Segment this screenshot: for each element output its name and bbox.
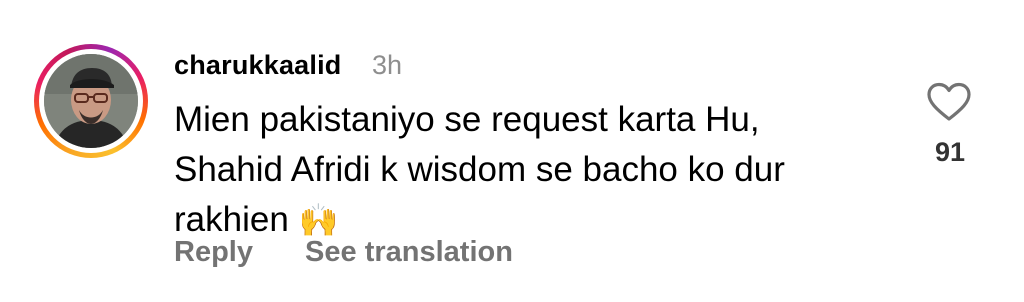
comment-text-line: Shahid Afridi k wisdom se bacho ko dur	[174, 150, 785, 189]
comment-timestamp: 3h	[372, 50, 403, 80]
comment-actions: Reply See translation	[174, 236, 513, 269]
raising-hands-emoji-icon: 🙌	[298, 201, 339, 239]
avatar	[44, 54, 138, 148]
heart-outline-icon	[927, 82, 971, 121]
comment-text-line-words: rakhien	[174, 200, 289, 239]
comment-text-line: Mien pakistaniyo se request karta Hu,	[174, 100, 760, 139]
story-ring-avatar[interactable]	[34, 44, 148, 158]
comment-text: Mien pakistaniyo se request karta Hu, Sh…	[174, 95, 894, 245]
see-translation-button[interactable]: See translation	[305, 236, 513, 268]
reply-button[interactable]: Reply	[174, 236, 253, 268]
like-count: 91	[934, 137, 966, 167]
like-button[interactable]	[926, 82, 972, 122]
comment-username[interactable]: charukkaalid	[174, 50, 342, 81]
